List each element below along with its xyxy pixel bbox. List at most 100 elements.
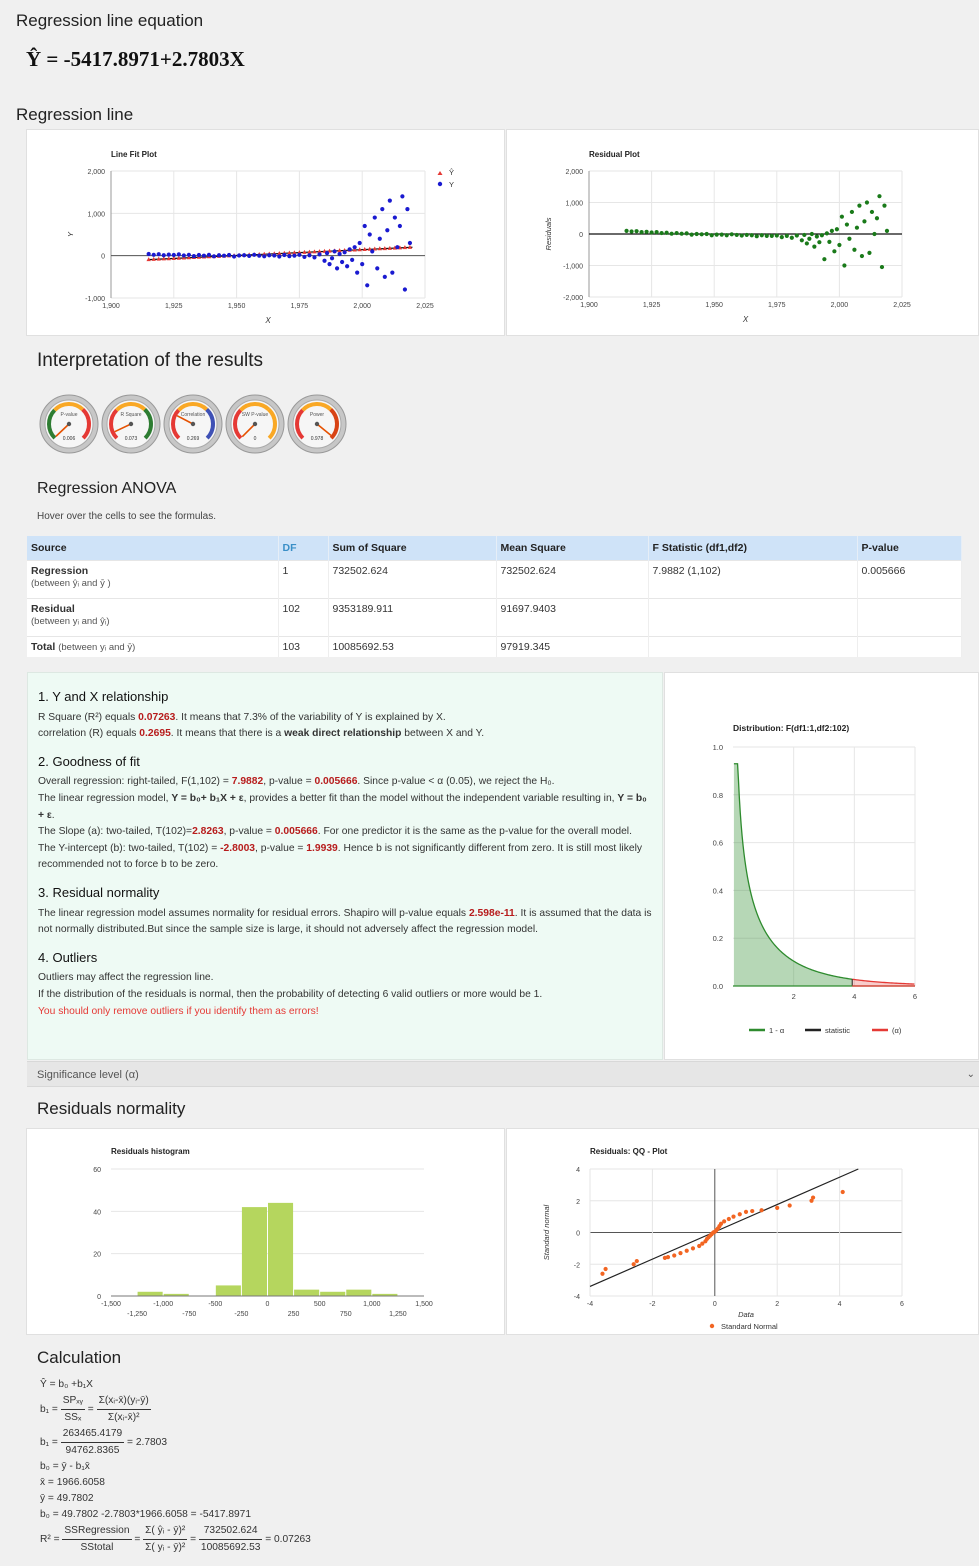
residual-point: [704, 231, 709, 237]
x-tick-label: -2: [649, 1301, 655, 1308]
residual-point: [872, 231, 877, 237]
x-tick-label: 500: [314, 1301, 326, 1308]
anova-cell-ss[interactable]: 10085692.53: [328, 636, 497, 657]
y-tick-label: 4: [576, 1167, 580, 1174]
y-tick-label: 0: [579, 232, 583, 239]
gauge-p-value[interactable]: P-value 0.006: [38, 393, 100, 455]
anova-cell-ms[interactable]: 91697.9403: [496, 598, 649, 637]
anova-cell-ss[interactable]: 9353189.911: [328, 598, 497, 637]
x-tick-label: -1,000: [153, 1301, 173, 1308]
anova-cell-df[interactable]: 1: [278, 560, 329, 599]
calculation-block: Ŷ = b₀ +b₁X b₁ = SPₓᵧ SSₓ = Σ(xᵢ-x̄)(yᵢ-ȳ…: [40, 1377, 540, 1556]
anova-source-label: Regression: [31, 565, 89, 577]
anova-cell-p: [857, 636, 962, 657]
y-tick-label: 0: [101, 254, 105, 261]
gauge-hub: [190, 421, 196, 427]
anova-source-label: Residual: [31, 603, 75, 615]
interpretation-panel: 1. Y and X relationship R Square (R²) eq…: [27, 672, 663, 1060]
x-tick-label: 4: [838, 1301, 842, 1308]
gauge-sw-p-value[interactable]: SW P-value 0: [224, 393, 286, 455]
gauge-correlation[interactable]: Correlation 0.269: [162, 393, 224, 455]
y-tick-label: 0.4: [713, 886, 723, 895]
anova-cell-source: Total (between yᵢ and ȳ): [27, 636, 279, 657]
residual-point: [879, 264, 885, 270]
residual-point: [669, 231, 674, 236]
qq-plot-panel: Residuals: QQ - Plot -4 -2 0 2 4 -4 -2 0 2 4 6 Data S…: [506, 1128, 979, 1335]
residual-point: [644, 229, 649, 234]
anova-cell-p[interactable]: 0.005666: [857, 560, 962, 599]
x-tick-label: 1,900: [580, 302, 598, 309]
histogram-bar: [294, 1289, 320, 1296]
qq-point: [722, 1219, 727, 1224]
qq-point: [634, 1258, 639, 1264]
anova-cell-f: [648, 636, 858, 657]
residual-point: [769, 233, 774, 238]
data-point: [377, 236, 382, 241]
residual-point: [802, 232, 807, 238]
gauge-value: 0.269: [187, 436, 200, 442]
data-point: [402, 287, 408, 292]
section-title-relationship: 1. Y and X relationship: [38, 689, 169, 704]
data-point: [327, 262, 332, 267]
chart-title: Distribution: F(df1:1,df2:102): [733, 723, 849, 733]
qq-point: [665, 1255, 671, 1260]
qq-point: [672, 1253, 677, 1258]
x-tick-label: 1,500: [415, 1301, 433, 1308]
residual-point: [729, 232, 734, 237]
residual-point: [857, 203, 862, 208]
legend-y-marker: [437, 181, 443, 187]
x-tick-label: 2,000: [831, 302, 849, 309]
anova-cell-ms[interactable]: 732502.624: [496, 560, 649, 599]
data-point: [252, 252, 257, 257]
residual-point: [814, 234, 819, 239]
anova-cell-ss[interactable]: 732502.624: [328, 560, 497, 599]
data-point: [181, 253, 186, 258]
residual-point: [709, 233, 714, 238]
x-axis-label: X: [264, 316, 271, 325]
calc-b1-formula: b₁ = SPₓᵧ SSₓ = Σ(xᵢ-x̄)(yᵢ-ȳ) Σ(xᵢ-x̄)²: [40, 1395, 151, 1423]
residual-point: [882, 203, 887, 208]
residual-point: [832, 249, 837, 254]
f-distribution-panel: Distribution: F(df1:1,df2:102) 0.0 0.2 0.4 0…: [664, 672, 979, 1060]
anova-cell-df[interactable]: 103: [278, 636, 329, 657]
anova-row-residual: Residual (between yᵢ and ŷᵢ) 102 9353189.…: [27, 598, 962, 637]
data-point: [407, 240, 413, 246]
gauge-value: 0.978: [311, 436, 324, 442]
residuals-histogram: Residuals histogram 0 20 40 60 -1,500 -1,000 -5…: [93, 1147, 433, 1318]
data-point: [397, 223, 402, 229]
y-tick-label: 0: [576, 1231, 580, 1238]
anova-cell-ms[interactable]: 97919.345: [496, 636, 649, 657]
gauge-power[interactable]: Power 0.978: [286, 393, 348, 455]
x-tick-label: 1,925: [643, 302, 661, 309]
interpretation-heading: Interpretation of the results: [37, 350, 264, 371]
x-tick-label: 2: [792, 992, 796, 1001]
data-point: [216, 253, 222, 258]
data-point: [221, 253, 227, 258]
anova-heading: Regression ANOVA: [37, 480, 177, 497]
residual-point: [659, 230, 664, 236]
qq-point: [731, 1214, 736, 1219]
data-point: [156, 252, 161, 257]
x-axis-label: X: [742, 315, 749, 324]
hover-note: Hover over the cells to see the formulas…: [37, 511, 216, 522]
outliers-line-1: Outliers may affect the regression line.: [38, 972, 214, 984]
residual-point: [844, 222, 850, 227]
anova-cell-f[interactable]: 7.9882 (1,102): [648, 560, 858, 599]
residual-point: [779, 235, 784, 240]
anova-cell-df[interactable]: 102: [278, 598, 329, 637]
x-tick-label: 1,975: [291, 303, 309, 310]
legend-predicted-marker: [437, 171, 443, 175]
gauge-hub: [128, 421, 134, 427]
significance-level-toggle[interactable]: Significance level (α) ⌄: [27, 1061, 979, 1087]
residual-point: [719, 232, 724, 237]
regression-line-heading: Regression line: [16, 105, 134, 124]
overall-regression-text: Overall regression: right-tailed, F(1,10…: [38, 776, 555, 788]
legend-label: 1 - α: [769, 1026, 785, 1035]
residual-point: [847, 236, 852, 241]
data-point: [161, 253, 166, 258]
data-point: [237, 253, 242, 258]
section-title-goodness: 2. Goodness of fit: [38, 753, 140, 769]
gauge-r-square[interactable]: R Square 0.073: [100, 393, 162, 455]
y-tick-label: -2,000: [563, 295, 583, 302]
qq-point: [775, 1205, 780, 1210]
